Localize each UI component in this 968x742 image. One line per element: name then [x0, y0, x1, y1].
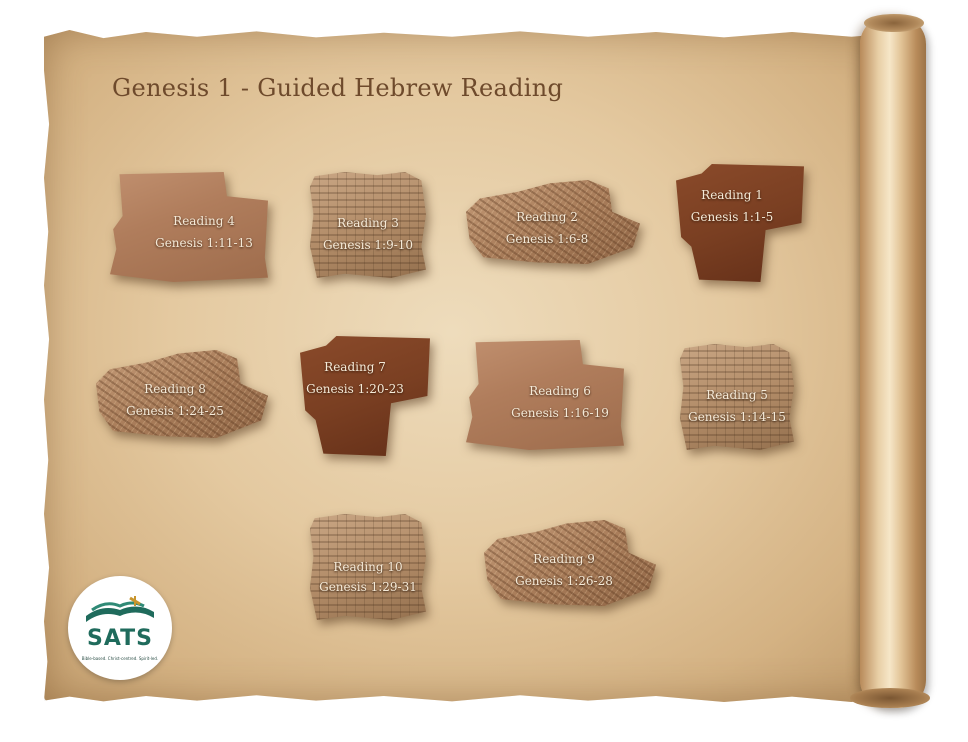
reading-label: Reading 10: [333, 560, 403, 574]
reading-reference: Genesis 1:24-25: [126, 404, 224, 418]
reading-7-fragment[interactable]: Reading 7 Genesis 1:20-23: [300, 336, 430, 456]
page-title: Genesis 1 - Guided Hebrew Reading: [112, 74, 564, 102]
reading-9-fragment[interactable]: Reading 9 Genesis 1:26-28: [484, 520, 656, 606]
reading-reference: Genesis 1:16-19: [511, 406, 609, 420]
scroll-roll: [860, 16, 926, 708]
reading-label: Reading 5: [706, 388, 768, 402]
reading-10-fragment[interactable]: Reading 10 Genesis 1:29-31: [310, 514, 426, 620]
reading-reference: Genesis 1:9-10: [322, 238, 414, 252]
open-book-icon: [86, 596, 154, 622]
scroll-roll-top: [864, 14, 924, 32]
reading-label: Reading 9: [533, 552, 595, 566]
reading-5-fragment[interactable]: Reading 5 Genesis 1:14-15: [680, 344, 794, 450]
reading-1-fragment[interactable]: Reading 1 Genesis 1:1-5: [676, 164, 804, 282]
reading-label: Reading 1: [701, 188, 763, 202]
reading-reference: Genesis 1:29-31: [319, 580, 417, 594]
reading-reference: Genesis 1:6-8: [505, 232, 589, 246]
reading-reference: Genesis 1:11-13: [155, 236, 253, 250]
reading-label: Reading 8: [144, 382, 206, 396]
reading-reference: Genesis 1:26-28: [515, 574, 613, 588]
reading-2-fragment[interactable]: Reading 2 Genesis 1:6-8: [466, 180, 640, 264]
reading-4-fragment[interactable]: Reading 4 Genesis 1:11-13: [110, 172, 268, 282]
reading-label: Reading 3: [337, 216, 399, 230]
logo-tagline: Bible-based. Christ-centred. Spirit-led.: [81, 656, 159, 661]
reading-label: Reading 2: [516, 210, 578, 224]
reading-label: Reading 7: [324, 360, 386, 374]
reading-label: Reading 6: [529, 384, 591, 398]
reading-8-fragment[interactable]: Reading 8 Genesis 1:24-25: [96, 350, 268, 438]
reading-reference: Genesis 1:20-23: [306, 382, 404, 396]
scroll-roll-bottom: [850, 688, 930, 708]
reading-6-fragment[interactable]: Reading 6 Genesis 1:16-19: [466, 340, 624, 450]
reading-label: Reading 4: [173, 214, 235, 228]
reading-3-fragment[interactable]: Reading 3 Genesis 1:9-10: [310, 172, 426, 278]
logo-wordmark: SATS: [86, 626, 153, 651]
reading-reference: Genesis 1:14-15: [688, 410, 786, 424]
sats-logo[interactable]: SATS Bible-based. Christ-centred. Spirit…: [68, 576, 172, 680]
reading-reference: Genesis 1:1-5: [690, 210, 774, 224]
